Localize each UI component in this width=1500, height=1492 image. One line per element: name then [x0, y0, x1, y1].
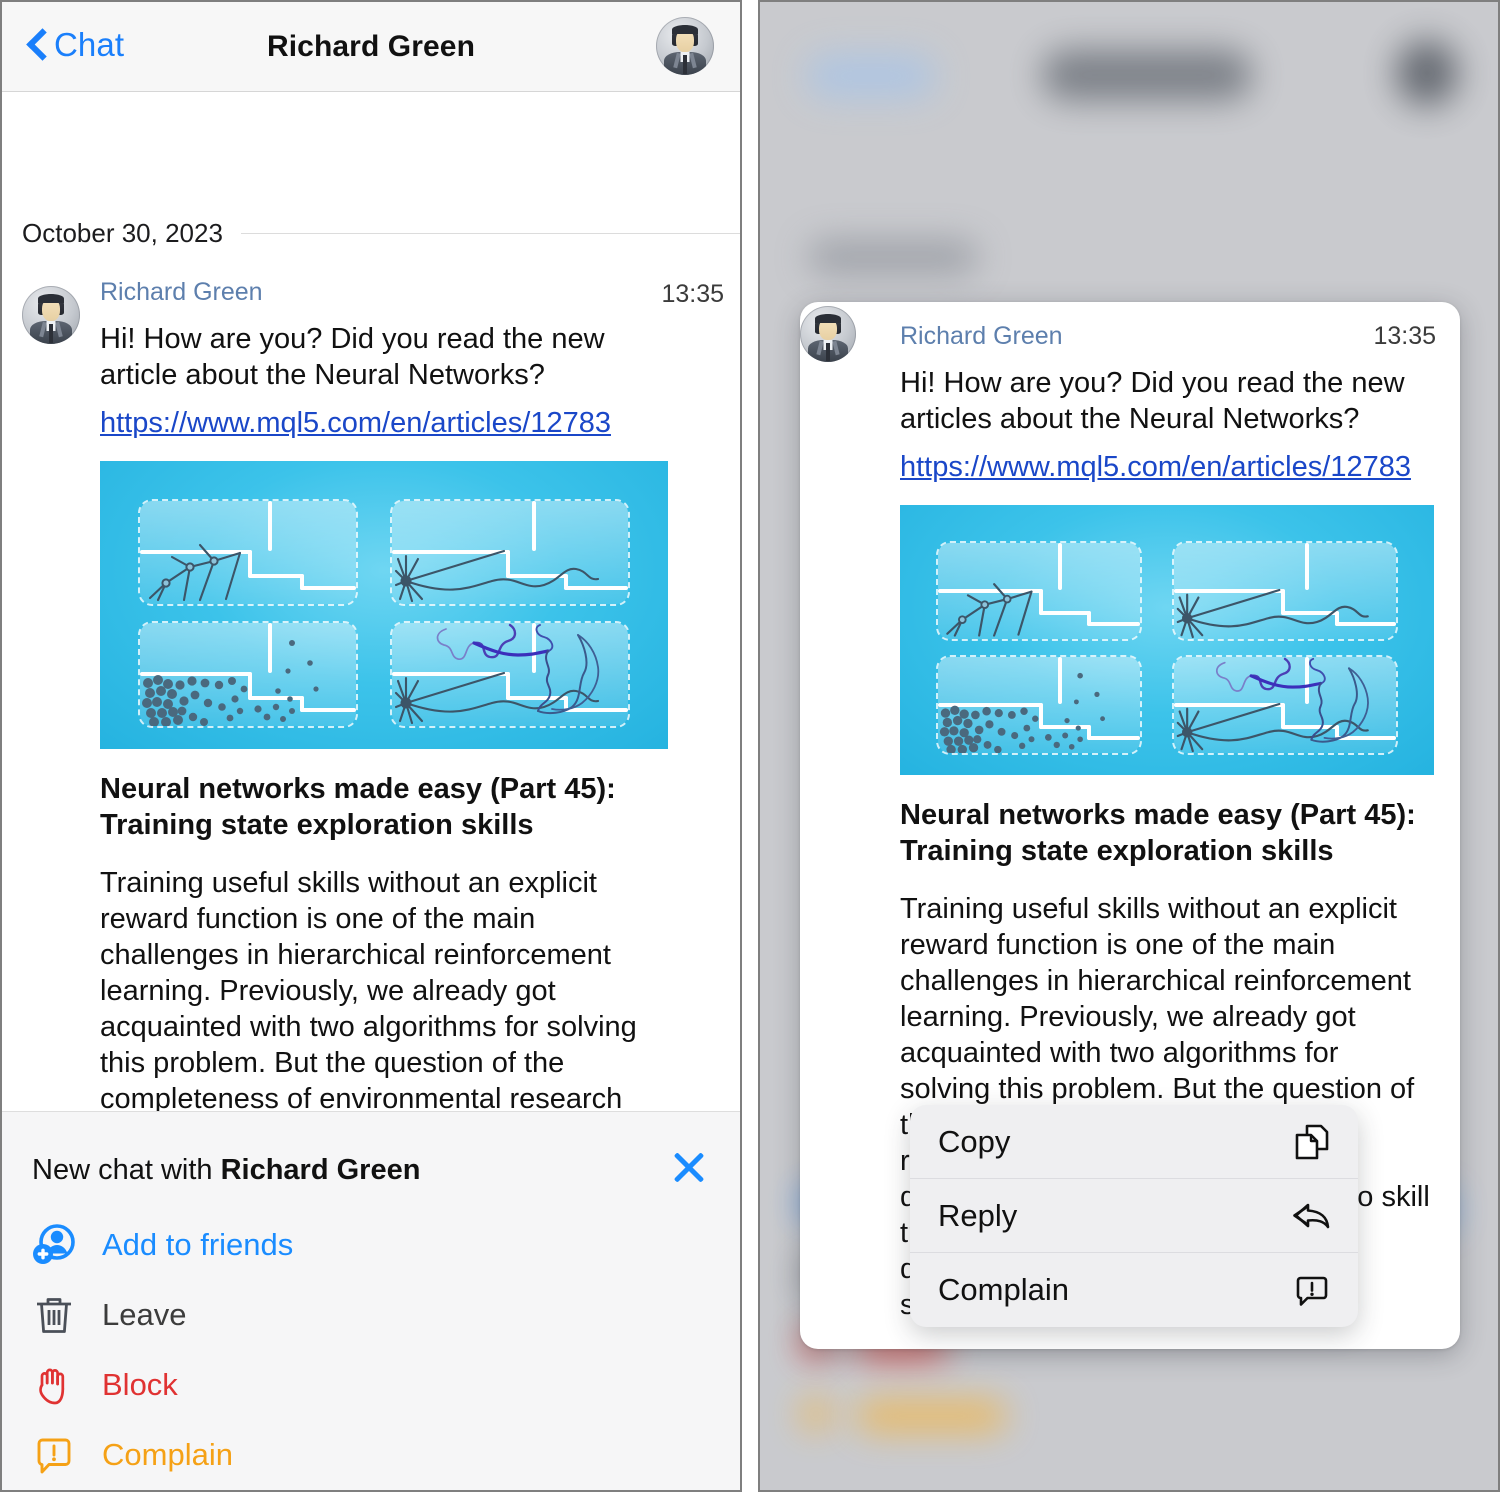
chat-screen-left: Chat Richard Green October 30, 2023 Rich… [0, 0, 742, 1492]
message-timestamp: 13:35 [1373, 322, 1436, 350]
chat-screen-right-contextmenu: Richard Green 13:35 Hi! How are you? Did… [758, 0, 1500, 1492]
page-title: Richard Green [266, 30, 476, 63]
blurred-avatar [1396, 40, 1458, 106]
message-sender-name: Richard Green [100, 278, 263, 306]
starburst-lines [394, 549, 600, 603]
neural-network-illustration [100, 461, 668, 749]
date-divider-rule [240, 233, 740, 234]
hand-stop-icon [28, 1359, 80, 1411]
action-panel-header: New chat with Richard Green [32, 1154, 420, 1187]
user-avatar [800, 306, 856, 362]
action-leave-label: Leave [102, 1297, 187, 1332]
context-menu-item-complain[interactable]: Complain [910, 1253, 1358, 1327]
particle-cloud [142, 640, 319, 726]
starburst-lines [1176, 588, 1369, 639]
blurred-back-button [806, 54, 936, 98]
message-header: Richard Green 13:35 [900, 322, 1436, 351]
message-avatar [800, 306, 856, 362]
screenshot-stage: Chat Richard Green October 30, 2023 Rich… [0, 0, 1500, 1492]
message-avatar [22, 286, 80, 344]
blurred-title [1042, 50, 1252, 100]
action-block[interactable]: Block [2, 1351, 740, 1419]
user-avatar [656, 17, 714, 75]
complain-icon [28, 1429, 80, 1481]
context-menu-item-copy[interactable]: Copy [910, 1105, 1358, 1179]
article-preview-image[interactable] [900, 505, 1434, 775]
close-icon[interactable] [666, 1144, 712, 1190]
action-panel-header-prefix: New chat with [32, 1154, 221, 1186]
reply-arrow-icon [1292, 1196, 1332, 1236]
neural-network-illustration [900, 505, 1434, 775]
context-menu-reply-label: Reply [938, 1197, 1018, 1233]
message-context-menu: Copy Reply Complain [910, 1105, 1358, 1327]
context-menu-item-reply[interactable]: Reply [910, 1179, 1358, 1253]
complain-icon [1292, 1270, 1332, 1310]
user-avatar [22, 286, 80, 344]
date-divider: October 30, 2023 [2, 218, 740, 249]
date-divider-label: October 30, 2023 [22, 218, 223, 248]
blurred-complain-icon [802, 1398, 830, 1430]
copy-icon [1292, 1122, 1332, 1162]
action-panel-header-name: Richard Green [220, 1154, 421, 1186]
add-person-icon [28, 1219, 80, 1271]
context-menu-copy-label: Copy [938, 1123, 1011, 1159]
message-sender-name: Richard Green [900, 322, 1063, 350]
article-title: Neural networks made easy (Part 45): Tra… [100, 773, 616, 841]
message-list[interactable]: October 30, 2023 Richard Green 13:35 Hi!… [2, 93, 740, 1259]
action-block-label: Block [102, 1367, 178, 1402]
action-complain-label: Complain [102, 1437, 233, 1472]
message-text: Hi! How are you? Did you read the new ar… [900, 367, 1405, 435]
trash-icon [28, 1289, 80, 1341]
new-chat-action-panel: New chat with Richard Green Add to frien… [2, 1111, 740, 1490]
branch-lines [148, 543, 242, 602]
blurred-date [808, 240, 978, 274]
action-complain[interactable]: Complain [2, 1421, 740, 1489]
action-leave[interactable]: Leave [2, 1281, 740, 1349]
message-text: Hi! How are you? Did you read the new ar… [100, 323, 605, 391]
particle-cloud [939, 672, 1105, 753]
trajectory-lines [1176, 657, 1369, 753]
contact-avatar[interactable] [656, 17, 714, 75]
action-add-to-friends-label: Add to friends [102, 1227, 294, 1262]
navigation-bar: Chat Richard Green [2, 2, 740, 92]
message-header: Richard Green 13:35 [100, 278, 724, 308]
blurred-complain-label [856, 1400, 1006, 1432]
action-add-to-friends[interactable]: Add to friends [2, 1211, 740, 1279]
message-link[interactable]: https://www.mql5.com/en/articles/12783 [100, 403, 724, 443]
trajectory-lines [394, 623, 600, 725]
context-menu-complain-label: Complain [938, 1272, 1069, 1307]
message-link[interactable]: https://www.mql5.com/en/articles/12783 [900, 447, 1434, 487]
article-preview-image[interactable] [100, 461, 668, 749]
branch-lines [946, 583, 1033, 637]
message-timestamp: 13:35 [661, 280, 724, 308]
article-title: Neural networks made easy (Part 45): Tra… [900, 799, 1416, 867]
